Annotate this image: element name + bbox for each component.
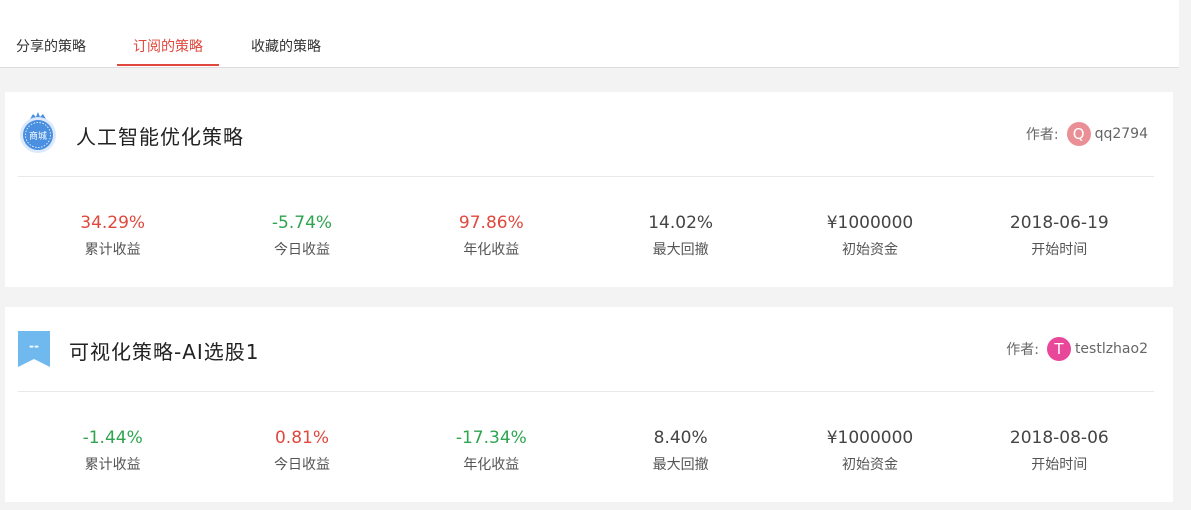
stat-value: -17.34%	[455, 428, 527, 448]
stat-daily-return: 0.81% 今日收益	[207, 427, 396, 475]
strategy-title[interactable]: 人工智能优化策略	[76, 121, 244, 150]
bookmark-icon: --	[18, 331, 50, 367]
mall-badge-icon: 商城	[20, 112, 56, 153]
stat-label: 年化收益	[463, 457, 520, 473]
stats-row: 34.29% 累计收益 -5.74% 今日收益 97.86% 年化收益 14.0…	[18, 212, 1154, 260]
stat-label: 累计收益	[84, 242, 141, 258]
tab-subscribed-strategies[interactable]: 订阅的策略	[133, 36, 203, 56]
stat-value: -5.74%	[271, 213, 333, 233]
stat-label: 累计收益	[84, 457, 141, 473]
stat-value: ¥1000000	[826, 213, 914, 233]
stat-annual-return: -17.34% 年化收益	[397, 427, 586, 475]
card-divider	[18, 391, 1154, 392]
stat-label: 初始资金	[841, 457, 898, 473]
stat-label: 开始时间	[1031, 242, 1088, 258]
author-name[interactable]: qq2794	[1095, 126, 1148, 142]
author-label: 作者:	[1025, 127, 1059, 143]
stat-max-drawdown: 8.40% 最大回撤	[586, 427, 775, 475]
stat-label: 最大回撤	[652, 242, 709, 258]
stats-row: -1.44% 累计收益 0.81% 今日收益 -17.34% 年化收益 8.40…	[18, 427, 1154, 475]
stat-cumulative-return: -1.44% 累计收益	[18, 427, 207, 475]
stat-value: 0.81%	[274, 428, 329, 448]
stat-label: 初始资金	[841, 242, 898, 258]
stat-value: 8.40%	[653, 428, 708, 448]
strategy-card-2[interactable]: -- 可视化策略-AI选股1 作者: T testlzhao2 -1.44% 累…	[5, 307, 1173, 502]
author-avatar: T	[1046, 337, 1071, 361]
strategy-title[interactable]: 可视化策略-AI选股1	[69, 336, 260, 365]
strategy-card-1[interactable]: 商城 人工智能优化策略 作者: Q qq2794 34.29% 累计收益 -5.…	[5, 92, 1173, 287]
author-avatar: Q	[1066, 122, 1091, 146]
stat-value: 97.86%	[458, 213, 524, 233]
stat-value: 2018-08-06	[1009, 428, 1109, 448]
stat-value: 34.29%	[80, 213, 146, 233]
stat-value: ¥1000000	[826, 428, 914, 448]
mall-badge-text: 商城	[29, 130, 47, 142]
stat-max-drawdown: 14.02% 最大回撤	[586, 212, 775, 260]
stat-label: 开始时间	[1031, 457, 1088, 473]
stat-annual-return: 97.86% 年化收益	[397, 212, 586, 260]
stat-label: 最大回撤	[652, 457, 709, 473]
active-tab-indicator	[117, 64, 219, 66]
stat-value: 2018-06-19	[1009, 213, 1109, 233]
stat-initial-capital: ¥1000000 初始资金	[775, 427, 964, 475]
author-name[interactable]: testlzhao2	[1075, 341, 1148, 357]
stat-cumulative-return: 34.29% 累计收益	[18, 212, 207, 260]
stat-label: 年化收益	[463, 242, 520, 258]
author-info: 作者: T testlzhao2	[1006, 337, 1148, 361]
stat-value: 14.02%	[648, 213, 714, 233]
tab-shared-strategies[interactable]: 分享的策略	[16, 36, 86, 56]
author-label: 作者:	[1006, 342, 1039, 358]
card-divider	[18, 176, 1154, 177]
stat-label: 今日收益	[273, 457, 330, 473]
stat-daily-return: -5.74% 今日收益	[207, 212, 396, 260]
stat-start-date: 2018-06-19 开始时间	[965, 212, 1154, 260]
stat-value: -1.44%	[82, 428, 143, 448]
author-info: 作者: Q qq2794	[1026, 122, 1148, 146]
tab-favorite-strategies[interactable]: 收藏的策略	[251, 36, 321, 56]
bookmark-text: --	[29, 339, 39, 353]
stat-initial-capital: ¥1000000 初始资金	[775, 212, 964, 260]
stat-start-date: 2018-08-06 开始时间	[965, 427, 1154, 475]
stat-label: 今日收益	[273, 242, 330, 258]
strategy-tabs: 分享的策略 订阅的策略 收藏的策略	[0, 0, 1179, 68]
